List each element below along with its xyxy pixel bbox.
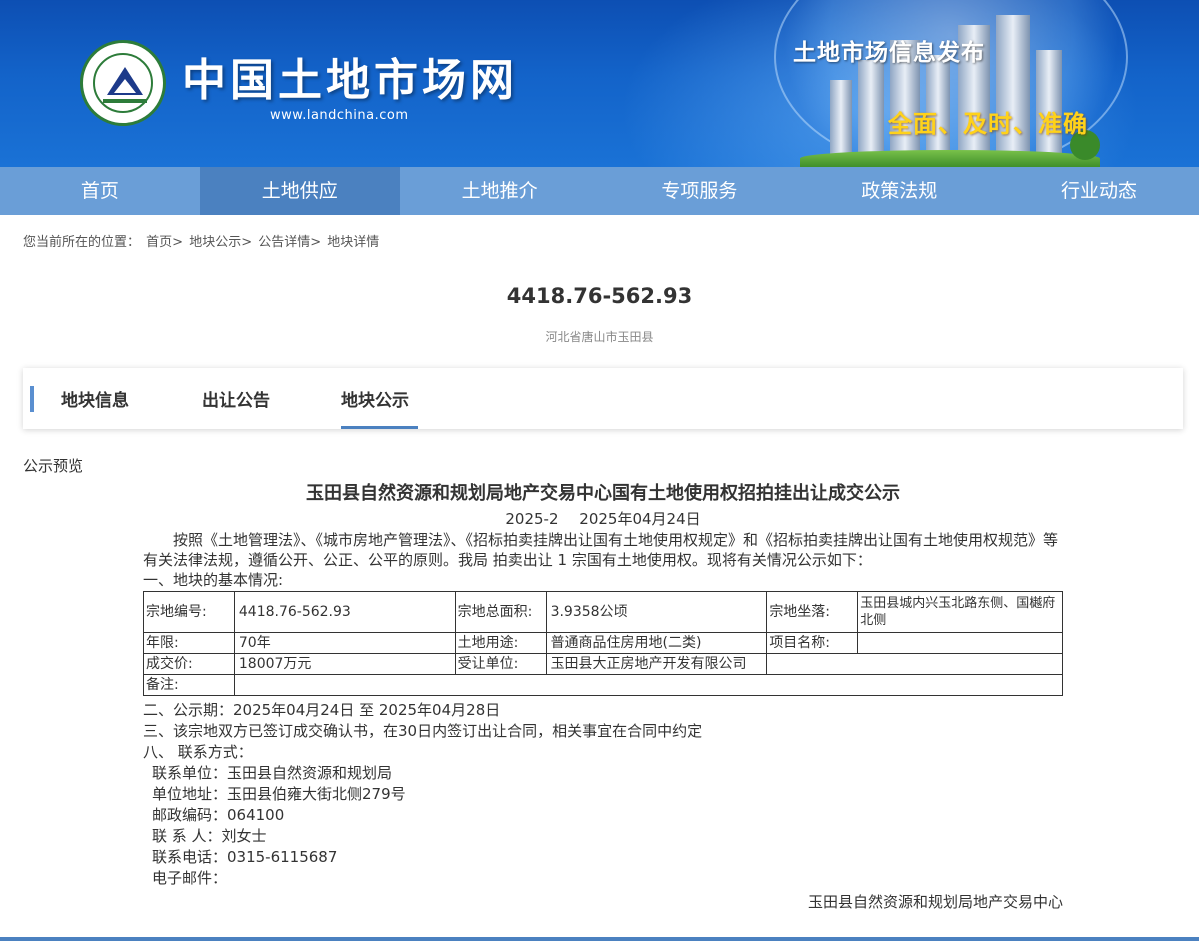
- notice-document: 玉田县自然资源和规划局地产交易中心国有土地使用权招拍挂出让成交公示 2025-2…: [143, 480, 1064, 913]
- breadcrumb-current: 地块详情: [327, 235, 380, 250]
- breadcrumb-link-parcel-notice[interactable]: 地块公示>: [189, 235, 252, 250]
- table-cell-value: 3.9358公顷: [545, 591, 768, 633]
- building-image: [858, 60, 884, 159]
- logo-triangle-inner: [114, 79, 136, 93]
- table-row: 宗地编号: 4418.76-562.93 宗地总面积: 3.9358公顷 宗地坐…: [143, 591, 1063, 633]
- slogan-sub: 全面、及时、准确: [888, 110, 1088, 138]
- site-url: www.landchina.com: [270, 108, 409, 123]
- table-row: 年限: 70年 土地用途: 普通商品住房用地(二类) 项目名称:: [143, 632, 1063, 654]
- table-cell-label: 土地用途:: [454, 632, 547, 654]
- section-notice-period: 二、公示期：2025年04月24日 至 2025年04月28日: [143, 701, 501, 719]
- nav-item-land-supply[interactable]: 土地供应: [199, 167, 400, 215]
- breadcrumb-link-announcement[interactable]: 公告详情>: [258, 235, 321, 250]
- table-cell-value: 玉田县大正房地产开发有限公司: [545, 653, 768, 675]
- grass-image: [800, 150, 1100, 167]
- tab-transfer-announcement[interactable]: 出让公告: [202, 368, 270, 429]
- table-cell-label: 成交价:: [143, 653, 235, 675]
- contact-person: 联 系 人：刘女士: [152, 827, 267, 845]
- tab-bar-marker: [30, 386, 34, 412]
- table-cell-value: 玉田县城内兴玉北路东侧、国樾府北侧: [857, 591, 1063, 633]
- nav-item-policy-law[interactable]: 政策法规: [799, 167, 999, 215]
- table-cell-value: 4418.76-562.93: [233, 591, 456, 633]
- contact-phone: 联系电话：0315-6115687: [152, 848, 338, 866]
- table-cell-value: 普通商品住房用地(二类): [545, 632, 768, 654]
- tab-parcel-info[interactable]: 地块信息: [61, 368, 129, 429]
- table-row: 成交价: 18007万元 受让单位: 玉田县大正房地产开发有限公司: [143, 653, 1063, 675]
- table-cell-label: 宗地总面积:: [454, 591, 547, 633]
- tab-parcel-notice[interactable]: 地块公示: [341, 368, 418, 429]
- building-image: [830, 80, 852, 159]
- table-cell-value: 70年: [233, 632, 456, 654]
- header-banner: 中国土地市场网 www.landchina.com 土地市场信息发布 全面、及时…: [0, 0, 1199, 167]
- section-contract: 三、该宗地双方已签订成交确认书，在30日内签订出让合同，相关事宜在合同中约定: [143, 722, 703, 740]
- table-cell-value: [233, 674, 1064, 696]
- nav-item-special-services[interactable]: 专项服务: [599, 167, 799, 215]
- slogan-main: 土地市场信息发布: [793, 40, 985, 66]
- section-contact: 八、 联系方式：: [143, 743, 253, 761]
- nav-item-land-promotion[interactable]: 土地推介: [400, 167, 600, 215]
- breadcrumb-prefix: 您当前所在的位置：: [23, 235, 141, 250]
- site-title: 中国土地市场网: [182, 55, 518, 106]
- section-basic-info: 一、地块的基本情况:: [143, 571, 284, 589]
- logo-base: [103, 99, 147, 103]
- table-cell-label: 宗地编号:: [143, 591, 235, 633]
- table-cell-label: 备注:: [143, 674, 235, 696]
- contact-unit: 联系单位：玉田县自然资源和规划局: [152, 764, 393, 782]
- table-row: 备注:: [143, 674, 1064, 696]
- tab-bar: 地块信息 出让公告 地块公示: [23, 368, 1183, 429]
- breadcrumb-link-home[interactable]: 首页>: [146, 235, 183, 250]
- preview-label: 公示预览: [23, 457, 84, 475]
- table-cell-label: 受让单位:: [454, 653, 547, 675]
- site-logo[interactable]: [80, 40, 166, 126]
- parcel-id-title: 4418.76-562.93: [506, 284, 693, 308]
- table-cell-label: 宗地坐落:: [766, 591, 859, 633]
- contact-email: 电子邮件：: [152, 869, 228, 887]
- table-cell-value: [857, 632, 1063, 654]
- notice-date: 2025年04月24日: [579, 510, 701, 528]
- bottom-rule: [0, 937, 1199, 941]
- notice-number: 2025-2: [505, 510, 559, 528]
- table-cell-label: 项目名称:: [766, 632, 859, 654]
- contact-address: 单位地址：玉田县伯雍大街北侧279号: [152, 785, 406, 803]
- main-nav: 首页 土地供应 土地推介 专项服务 政策法规 行业动态: [0, 167, 1199, 215]
- table-cell-empty: [766, 653, 1063, 675]
- contact-postcode: 邮政编码：064100: [152, 806, 285, 824]
- notice-title: 玉田县自然资源和规划局地产交易中心国有土地使用权招拍挂出让成交公示: [306, 483, 900, 504]
- parcel-info-table: 宗地编号: 4418.76-562.93 宗地总面积: 3.9358公顷 宗地坐…: [143, 591, 1064, 696]
- nav-item-home[interactable]: 首页: [0, 167, 200, 215]
- nav-item-industry-news[interactable]: 行业动态: [999, 167, 1199, 215]
- table-cell-value: 18007万元: [233, 653, 456, 675]
- notice-intro: 按照《土地管理法》、《城市房地产管理法》、《招标拍卖挂牌出让国有土地使用权规定》…: [143, 531, 1059, 569]
- parcel-location: 河北省唐山市玉田县: [545, 330, 654, 344]
- notice-meta: 2025-2 2025年04月24日: [143, 508, 1063, 530]
- table-cell-label: 年限:: [143, 632, 235, 654]
- notice-signature: 玉田县自然资源和规划局地产交易中心: [807, 893, 1063, 911]
- breadcrumb: 您当前所在的位置： 首页> 地块公示> 公告详情> 地块详情: [23, 231, 381, 250]
